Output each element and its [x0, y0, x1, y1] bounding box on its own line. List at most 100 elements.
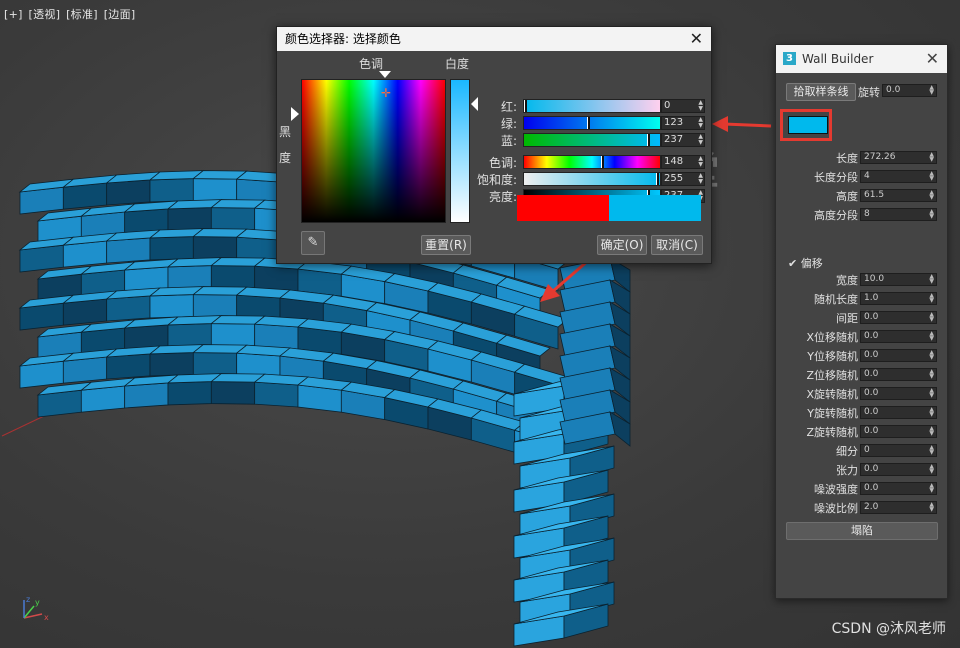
- param-spinner[interactable]: 4 ▲ ▼: [860, 170, 937, 183]
- hue-label: 色调: [359, 57, 384, 71]
- spinner-arrows-icon[interactable]: ▲▼: [698, 173, 703, 185]
- param-spinner[interactable]: 0 ▲ ▼: [860, 444, 937, 457]
- slider-knob[interactable]: [647, 134, 650, 146]
- param-spinner[interactable]: 0.0 ▲ ▼: [860, 406, 937, 419]
- param-spinner[interactable]: 8 ▲ ▼: [860, 208, 937, 221]
- spinner-arrows-icon[interactable]: ▲▼: [929, 369, 934, 380]
- color-row-spinner[interactable]: 0 ▲ ▼: [661, 99, 705, 113]
- rotation-label: 旋转: [858, 86, 880, 99]
- spinner-arrows-icon[interactable]: ▲▼: [929, 483, 934, 494]
- param-spinner[interactable]: 272.26 ▲ ▼: [860, 151, 937, 164]
- collapse-button[interactable]: 塌陷: [786, 522, 938, 540]
- rotation-spinner[interactable]: 0.0 ▲ ▼: [882, 84, 937, 97]
- param-label: Z位移随机: [806, 369, 858, 382]
- spinner-arrows-icon[interactable]: ▲▼: [929, 407, 934, 418]
- param-spinner[interactable]: 10.0 ▲ ▼: [860, 273, 937, 286]
- color-row-value: 237: [664, 134, 684, 145]
- spinner-arrows-icon[interactable]: ▲▼: [929, 152, 934, 163]
- offset-checkbox[interactable]: ✔ 偏移: [788, 255, 823, 271]
- color-row-slider[interactable]: [523, 133, 661, 147]
- color-row-value: 123: [664, 117, 684, 128]
- cancel-button[interactable]: 取消(C): [651, 235, 703, 255]
- offset-label: 偏移: [800, 257, 823, 270]
- color-row-slider[interactable]: [523, 116, 661, 130]
- spinner-arrows-icon[interactable]: ▲▼: [929, 502, 934, 513]
- viewport-menu-standard[interactable]: [标准]: [66, 8, 98, 21]
- wall-color-swatch[interactable]: [788, 116, 828, 134]
- color-row-spinner[interactable]: 255 ▲ ▼: [661, 172, 705, 186]
- color-picker-titlebar[interactable]: 颜色选择器: 选择颜色 ✕: [277, 27, 711, 51]
- spinner-arrows-icon[interactable]: ▲▼: [698, 156, 703, 168]
- spinner-arrows-icon[interactable]: ▲▼: [929, 274, 934, 285]
- param-value: 0: [864, 445, 870, 455]
- color-row-slider[interactable]: [523, 155, 661, 169]
- color-row-spinner[interactable]: 123 ▲ ▼: [661, 116, 705, 130]
- eyedropper-button[interactable]: ✎: [301, 231, 325, 255]
- pick-spline-button[interactable]: 拾取样条线: [786, 83, 856, 101]
- reset-button[interactable]: 重置(R): [421, 235, 471, 255]
- spinner-arrows-icon[interactable]: ▲▼: [929, 426, 934, 437]
- spinner-arrows-icon[interactable]: ▲▼: [698, 100, 703, 112]
- slider-knob[interactable]: [524, 100, 527, 112]
- spinner-arrows-icon[interactable]: ▲▼: [698, 134, 703, 146]
- param-value: 0.0: [864, 426, 879, 436]
- param-value: 2.0: [864, 502, 879, 512]
- param-label: 细分: [836, 445, 858, 458]
- param-spinner[interactable]: 2.0 ▲ ▼: [860, 501, 937, 514]
- color-row-value: 0: [664, 100, 671, 111]
- color-row-spinner[interactable]: 237 ▲▼: [661, 133, 705, 147]
- color-row-value: 255: [664, 173, 684, 184]
- color-row-label: 蓝:: [500, 134, 517, 148]
- param-spinner[interactable]: 0.0 ▲ ▼: [860, 349, 937, 362]
- param-spinner[interactable]: 0.0 ▲ ▼: [860, 387, 937, 400]
- param-value: 0.0: [864, 312, 879, 322]
- spinner-arrows-icon[interactable]: ▲▼: [929, 388, 934, 399]
- param-label: 长度: [836, 152, 858, 165]
- color-row-label: 绿:: [500, 117, 517, 131]
- param-spinner[interactable]: 0.0 ▲ ▼: [860, 463, 937, 476]
- param-spinner[interactable]: 0.0 ▲ ▼: [860, 425, 937, 438]
- color-row-value: 148: [664, 156, 684, 167]
- spinner-arrows-icon[interactable]: ▲▼: [929, 85, 934, 96]
- param-value: 8: [864, 209, 870, 219]
- close-icon[interactable]: ✕: [926, 45, 939, 73]
- spinner-arrows-icon[interactable]: ▲▼: [929, 190, 934, 201]
- viewport-menu-perspective[interactable]: [透视]: [29, 8, 61, 21]
- spinner-arrows-icon[interactable]: ▲▼: [929, 350, 934, 361]
- param-spinner[interactable]: 1.0 ▲ ▼: [860, 292, 937, 305]
- ok-button[interactable]: 确定(O): [597, 235, 647, 255]
- spinner-arrows-icon[interactable]: ▲▼: [929, 312, 934, 323]
- param-spinner[interactable]: 0.0 ▲ ▼: [860, 311, 937, 324]
- param-spinner[interactable]: 0.0 ▲ ▼: [860, 330, 937, 343]
- param-spinner[interactable]: 0.0 ▲ ▼: [860, 368, 937, 381]
- whiteness-bar[interactable]: [450, 79, 470, 223]
- color-row-label: 亮度:: [488, 190, 517, 204]
- wall-builder-titlebar[interactable]: 3 Wall Builder ✕: [776, 45, 947, 73]
- color-row-slider[interactable]: [523, 172, 661, 186]
- color-row-spinner[interactable]: 148 ▲ ▼: [661, 155, 705, 169]
- color-row-slider[interactable]: [523, 99, 661, 113]
- slider-knob[interactable]: [656, 173, 659, 185]
- spinner-arrows-icon[interactable]: ▲▼: [929, 209, 934, 220]
- blackness-indicator-icon[interactable]: [291, 107, 299, 121]
- param-label: X位移随机: [806, 331, 858, 344]
- spinner-arrows-icon[interactable]: ▲▼: [929, 464, 934, 475]
- param-spinner[interactable]: 0.0 ▲ ▼: [860, 482, 937, 495]
- close-icon[interactable]: ✕: [690, 27, 703, 51]
- viewport-menu-plus[interactable]: [+]: [4, 8, 23, 21]
- slider-knob[interactable]: [587, 117, 590, 129]
- spinner-arrows-icon[interactable]: ▲▼: [929, 293, 934, 304]
- slider-knob[interactable]: [601, 156, 604, 168]
- spinner-arrows-icon[interactable]: ▲▼: [929, 331, 934, 342]
- spinner-arrows-icon[interactable]: ▲▼: [929, 171, 934, 182]
- axis-y-label: y: [35, 598, 40, 607]
- hue-spectrum[interactable]: ✛: [301, 79, 446, 223]
- param-label: 高度: [836, 190, 858, 203]
- spinner-arrows-icon[interactable]: ▲▼: [698, 117, 703, 129]
- viewport-labels[interactable]: [+] [透视] [标准] [边面]: [4, 6, 137, 22]
- viewport-menu-edged-faces[interactable]: [边面]: [104, 8, 136, 21]
- param-value: 0.0: [864, 407, 879, 417]
- hue-indicator-icon[interactable]: [379, 71, 391, 78]
- param-spinner[interactable]: 61.5 ▲ ▼: [860, 189, 937, 202]
- spinner-arrows-icon[interactable]: ▲▼: [929, 445, 934, 456]
